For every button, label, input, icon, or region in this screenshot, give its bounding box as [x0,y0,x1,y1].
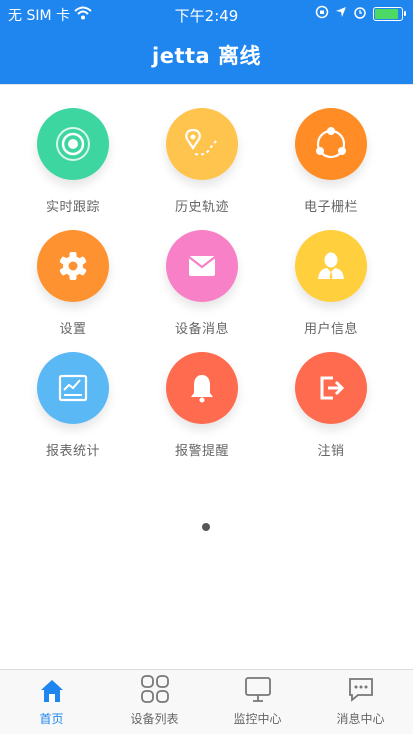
chat-icon [309,670,412,706]
tab-device-list[interactable]: 设备列表 [103,670,206,734]
tab-monitor-center[interactable]: 监控中心 [206,670,309,734]
menu-label: 实时跟踪 [45,200,100,215]
menu-label: 报表统计 [45,444,100,459]
status-bar: 无 SIM 卡 下午2:49 [0,0,413,28]
home-icon [0,670,103,706]
page-indicator-dot[interactable] [202,523,210,531]
menu-item-user-info[interactable]: 用户信息 [276,230,386,340]
menu-item-geofence[interactable]: 电子栅栏 [276,108,386,218]
location-arrow-icon [335,6,347,22]
menu-label: 报警提醒 [174,444,229,459]
report-chart-icon [37,352,109,424]
menu-item-logout[interactable]: 注销 [276,352,386,462]
user-icon [295,230,367,302]
target-icon [37,108,109,180]
menu-label: 设置 [59,322,87,337]
tab-label: 监控中心 [233,712,282,726]
menu-item-settings[interactable]: 设置 [18,230,128,340]
menu-item-realtime-tracking[interactable]: 实时跟踪 [18,108,128,218]
page-title: jetta 离线 [0,28,413,84]
share-nodes-icon [295,108,367,180]
menu-item-history-track[interactable]: 历史轨迹 [147,108,257,218]
menu-label: 注销 [317,444,345,459]
logout-icon [295,352,367,424]
bell-icon [166,352,238,424]
status-right [315,5,406,23]
grid-icon [103,670,206,706]
location-track-icon [166,108,238,180]
tab-home[interactable]: 首页 [0,670,103,734]
menu-label: 用户信息 [303,322,358,337]
header-divider [0,84,413,85]
menu-label: 电子栅栏 [303,200,358,215]
menu-label: 设备消息 [174,322,229,337]
menu-item-reports[interactable]: 报表统计 [18,352,128,462]
tab-message-center[interactable]: 消息中心 [309,670,412,734]
gear-icon [37,230,109,302]
tab-label: 消息中心 [336,712,385,726]
menu-item-alarm-reminder[interactable]: 报警提醒 [147,352,257,462]
orientation-lock-icon [315,5,329,23]
battery-icon [373,7,406,21]
envelope-icon [166,230,238,302]
menu-label: 历史轨迹 [174,200,229,215]
bottom-tab-bar: 首页 设备列表 监控中心 消息中心 [0,669,413,734]
alarm-icon [353,5,367,23]
tab-label: 首页 [39,712,64,726]
tab-label: 设备列表 [130,712,179,726]
monitor-icon [206,670,309,706]
menu-item-device-messages[interactable]: 设备消息 [147,230,257,340]
